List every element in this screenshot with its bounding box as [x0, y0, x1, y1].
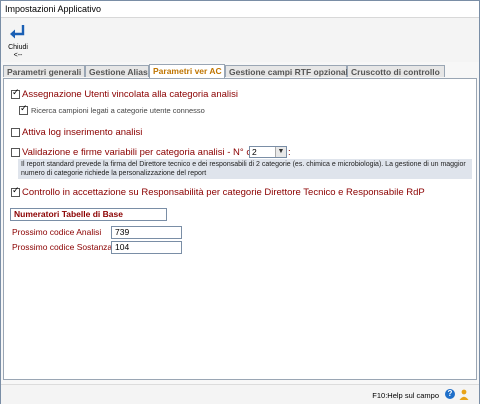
title-bar: Impostazioni Applicativo: [1, 1, 479, 18]
validazione-checkbox[interactable]: [11, 148, 20, 157]
help-icon[interactable]: ?: [445, 389, 455, 399]
analisi-input[interactable]: 739: [111, 226, 182, 239]
sostanza-input[interactable]: 104: [111, 241, 182, 254]
settings-window: Impostazioni Applicativo Chiudi <-- Param…: [0, 0, 480, 404]
categorie-select[interactable]: 2 ▼: [249, 146, 287, 158]
tab-parametri-generali[interactable]: Parametri generali: [3, 65, 85, 77]
analisi-label: Prossimo codice Analisi: [12, 227, 102, 237]
sostanza-label: Prossimo codice Sostanza: [12, 242, 113, 252]
numeratori-title: Numeratori Tabelle di Base: [10, 208, 167, 221]
ricerca-label: Ricerca campioni legati a categorie uten…: [31, 106, 205, 115]
attiva-log-checkbox[interactable]: [11, 128, 20, 137]
toolbar: Chiudi <--: [1, 18, 479, 62]
status-bar: F10:Help sul campo ?: [1, 384, 479, 404]
chevron-down-icon[interactable]: ▼: [275, 147, 286, 157]
categorie-select-value: 2: [252, 147, 257, 157]
controllo-label: Controllo in accettazione su Responsabil…: [22, 187, 425, 198]
back-arrow-icon: [10, 25, 25, 39]
assegnazione-checkbox[interactable]: [11, 88, 20, 99]
status-help-text: F10:Help sul campo: [372, 391, 439, 400]
close-button[interactable]: Chiudi <--: [4, 22, 32, 60]
tab-gestione-campi-rtf[interactable]: Gestione campi RTF opzionali: [225, 65, 350, 77]
tab-gestione-alias[interactable]: Gestione Alias: [85, 65, 149, 77]
settings-panel: Assegnazione Utenti vincolata alla categ…: [3, 78, 477, 380]
user-icon[interactable]: [459, 389, 469, 400]
tab-cruscotto-controllo[interactable]: Cruscotto di controllo: [347, 65, 445, 77]
controllo-checkbox[interactable]: [11, 186, 20, 197]
validazione-note: Il report standard prevede la firma del …: [18, 159, 472, 179]
close-button-label: Chiudi <--: [8, 44, 28, 59]
tab-strip: Parametri generali Gestione Alias Parame…: [3, 64, 477, 79]
window-title: Impostazioni Applicativo: [5, 4, 102, 14]
tab-parametri-ver-ac[interactable]: Parametri ver AC: [149, 64, 225, 78]
assegnazione-label: Assegnazione Utenti vincolata alla categ…: [22, 89, 238, 100]
attiva-log-label: Attiva log inserimento analisi: [22, 127, 143, 138]
ricerca-checkbox[interactable]: [19, 104, 28, 115]
